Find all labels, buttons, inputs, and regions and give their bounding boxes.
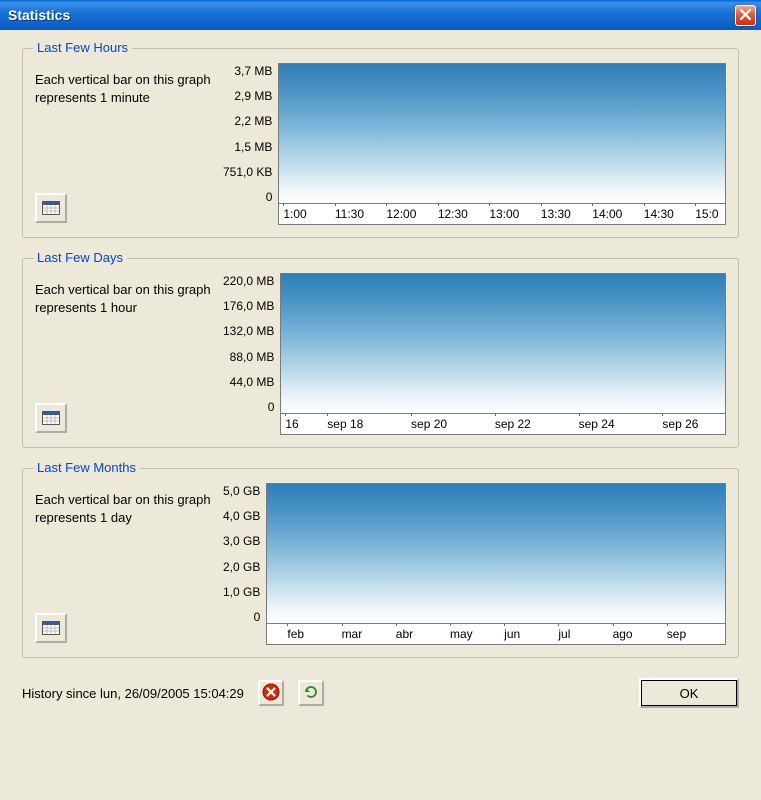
refresh-icon — [303, 684, 319, 703]
plot-area-months — [267, 484, 725, 624]
x-tick: jul — [558, 627, 612, 641]
footer: History since lun, 26/09/2005 15:04:29 O… — [22, 678, 739, 708]
client-area: Last Few Hours Each vertical bar on this… — [0, 30, 761, 800]
x-tick: feb — [287, 627, 341, 641]
x-tick: 12:30 — [438, 207, 489, 221]
group-last-few-hours: Last Few Hours Each vertical bar on this… — [22, 48, 739, 238]
x-tick: sep 18 — [327, 417, 411, 431]
chart-months: 5,0 GB 4,0 GB 3,0 GB 2,0 GB 1,0 GB 0 feb… — [223, 483, 726, 645]
x-tick: sep 26 — [662, 417, 721, 431]
close-button[interactable] — [735, 5, 756, 26]
group-last-few-months: Last Few Months Each vertical bar on thi… — [22, 468, 739, 658]
calendar-button-months[interactable] — [35, 613, 67, 643]
y-axis-days: 220,0 MB 176,0 MB 132,0 MB 88,0 MB 44,0 … — [223, 273, 280, 413]
x-tick: sep — [667, 627, 721, 641]
desc-days: Each vertical bar on this graph represen… — [35, 281, 215, 316]
group-title-hours: Last Few Hours — [33, 40, 132, 55]
calendar-icon — [42, 619, 60, 638]
window-title: Statistics — [8, 7, 735, 23]
group-title-days: Last Few Days — [33, 250, 127, 265]
x-tick: 13:00 — [489, 207, 540, 221]
y-tick: 1,0 GB — [223, 586, 260, 598]
delete-history-button[interactable] — [258, 680, 284, 706]
calendar-icon — [42, 409, 60, 428]
group-title-months: Last Few Months — [33, 460, 140, 475]
x-tick: 13:30 — [541, 207, 592, 221]
y-tick: 4,0 GB — [223, 510, 260, 522]
plot-area-days — [281, 274, 725, 414]
y-tick: 176,0 MB — [223, 300, 274, 312]
x-tick: sep 24 — [579, 417, 663, 431]
desc-hours: Each vertical bar on this graph represen… — [35, 71, 215, 106]
y-tick: 220,0 MB — [223, 275, 274, 287]
desc-months: Each vertical bar on this graph represen… — [35, 491, 215, 526]
x-axis-hours: 1:00 11:30 12:00 12:30 13:00 13:30 14:00… — [279, 204, 725, 224]
title-bar: Statistics — [0, 0, 761, 30]
y-tick: 2,2 MB — [234, 115, 272, 127]
x-tick: 1:00 — [283, 207, 334, 221]
x-axis-months: feb mar abr may jun jul ago sep — [267, 624, 725, 644]
y-tick: 2,9 MB — [234, 90, 272, 102]
x-tick: 11:30 — [335, 207, 386, 221]
x-tick: 15:0 — [695, 207, 721, 221]
y-tick: 1,5 MB — [234, 141, 272, 153]
plot-days: 16 sep 18 sep 20 sep 22 sep 24 sep 26 — [280, 273, 726, 435]
plot-area-hours — [279, 64, 725, 204]
y-tick: 751,0 KB — [223, 166, 272, 178]
x-tick: jun — [504, 627, 558, 641]
calendar-button-hours[interactable] — [35, 193, 67, 223]
x-tick: abr — [396, 627, 450, 641]
x-tick: 16 — [285, 417, 327, 431]
close-icon — [740, 7, 751, 23]
plot-hours: 1:00 11:30 12:00 12:30 13:00 13:30 14:00… — [278, 63, 726, 225]
y-tick: 0 — [268, 401, 275, 413]
y-tick: 44,0 MB — [230, 376, 275, 388]
ok-button[interactable]: OK — [639, 678, 739, 708]
history-since-label: History since lun, 26/09/2005 15:04:29 — [22, 686, 244, 701]
x-axis-days: 16 sep 18 sep 20 sep 22 sep 24 sep 26 — [281, 414, 725, 434]
y-tick: 0 — [254, 611, 261, 623]
y-tick: 0 — [266, 191, 273, 203]
chart-days: 220,0 MB 176,0 MB 132,0 MB 88,0 MB 44,0 … — [223, 273, 726, 435]
y-axis-hours: 3,7 MB 2,9 MB 2,2 MB 1,5 MB 751,0 KB 0 — [223, 63, 278, 203]
x-tick: sep 20 — [411, 417, 495, 431]
group-last-few-days: Last Few Days Each vertical bar on this … — [22, 258, 739, 448]
delete-icon — [262, 683, 280, 704]
y-tick: 5,0 GB — [223, 485, 260, 497]
refresh-button[interactable] — [298, 680, 324, 706]
y-tick: 3,7 MB — [234, 65, 272, 77]
x-tick: mar — [342, 627, 396, 641]
calendar-button-days[interactable] — [35, 403, 67, 433]
x-tick: 14:30 — [644, 207, 695, 221]
y-tick: 2,0 GB — [223, 561, 260, 573]
calendar-icon — [42, 199, 60, 218]
chart-hours: 3,7 MB 2,9 MB 2,2 MB 1,5 MB 751,0 KB 0 1… — [223, 63, 726, 225]
x-tick: sep 22 — [495, 417, 579, 431]
y-tick: 132,0 MB — [223, 325, 274, 337]
y-axis-months: 5,0 GB 4,0 GB 3,0 GB 2,0 GB 1,0 GB 0 — [223, 483, 266, 623]
plot-months: feb mar abr may jun jul ago sep — [266, 483, 726, 645]
x-tick: may — [450, 627, 504, 641]
x-tick: ago — [613, 627, 667, 641]
x-tick: 14:00 — [592, 207, 643, 221]
y-tick: 88,0 MB — [230, 351, 275, 363]
x-tick: 12:00 — [386, 207, 437, 221]
y-tick: 3,0 GB — [223, 535, 260, 547]
